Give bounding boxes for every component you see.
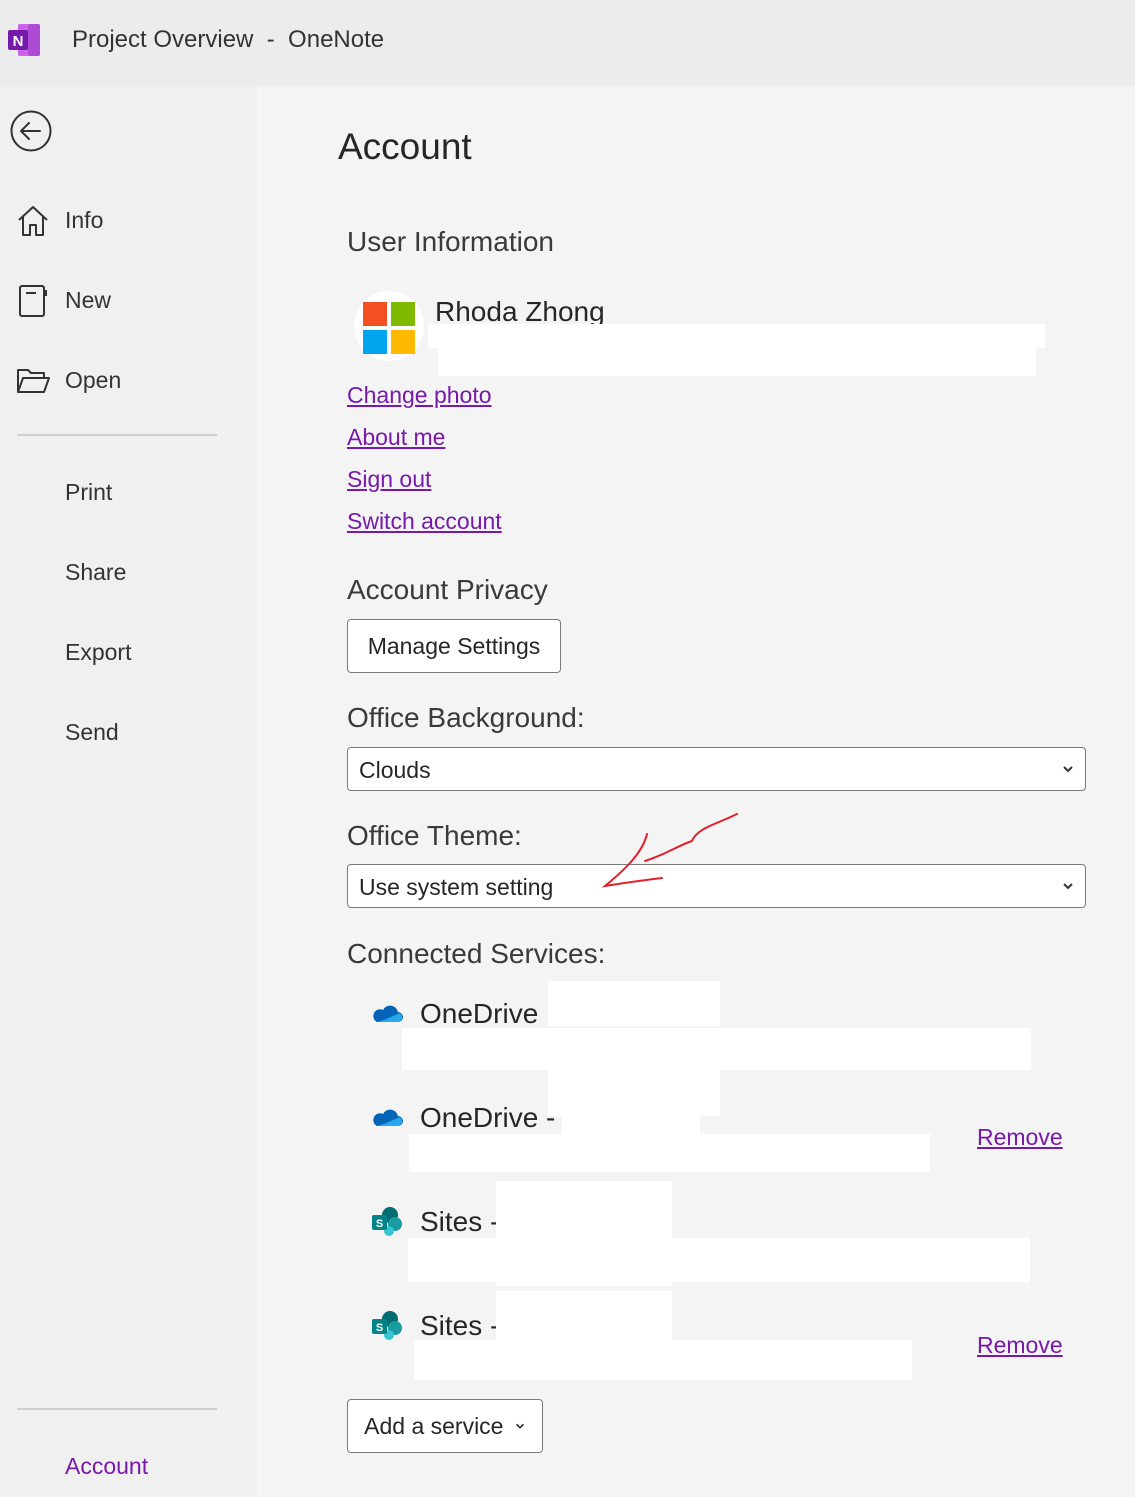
background-select[interactable]: Clouds xyxy=(347,747,1086,791)
redacted-text xyxy=(548,981,720,1026)
background-heading: Office Background: xyxy=(347,702,585,733)
select-value: Clouds xyxy=(359,757,431,783)
page-title: Account xyxy=(338,126,472,167)
svg-text:S: S xyxy=(376,1322,383,1334)
onedrive-icon xyxy=(373,1109,403,1126)
sign-out-link[interactable]: Sign out xyxy=(347,466,431,493)
nav-divider xyxy=(17,434,217,436)
redacted-text xyxy=(408,1238,1030,1282)
nav-label: Account xyxy=(65,1453,149,1479)
sharepoint-icon: S xyxy=(372,1207,402,1236)
svg-text:N: N xyxy=(13,33,24,50)
redacted-text xyxy=(496,1291,672,1341)
redacted-text xyxy=(548,1070,720,1116)
nav-item-info[interactable]: Info xyxy=(0,192,257,248)
nav-item-new[interactable]: New xyxy=(0,272,257,328)
nav-label: Export xyxy=(65,639,132,665)
chevron-down-icon xyxy=(1063,766,1073,773)
nav-label: New xyxy=(65,287,112,313)
nav-label: Send xyxy=(65,719,119,745)
remove-service-link[interactable]: Remove xyxy=(977,1332,1063,1359)
chevron-down-icon xyxy=(1063,883,1073,890)
home-icon xyxy=(18,206,48,236)
onenote-logo-icon: N xyxy=(8,24,40,56)
service-name: OneDrive - xyxy=(420,1102,556,1133)
redacted-text xyxy=(409,1134,930,1172)
nav-item-print[interactable]: Print xyxy=(0,464,257,520)
nav-label: Open xyxy=(65,367,122,393)
about-me-link[interactable]: About me xyxy=(347,424,445,451)
service-name: Sites - xyxy=(420,1310,500,1341)
remove-service-link[interactable]: Remove xyxy=(977,1124,1063,1151)
redacted-text xyxy=(414,1340,912,1380)
privacy-heading: Account Privacy xyxy=(347,574,548,605)
redacted-text xyxy=(402,1028,1031,1070)
select-value: Use system setting xyxy=(359,874,554,900)
nav-item-share[interactable]: Share xyxy=(0,544,257,600)
nav-label: Print xyxy=(65,479,113,505)
chevron-down-icon xyxy=(515,1423,524,1429)
nav-item-send[interactable]: Send xyxy=(0,704,257,760)
window-title: Project Overview - OneNote xyxy=(72,26,385,53)
services-heading: Connected Services: xyxy=(347,938,606,969)
folder-open-icon xyxy=(17,369,50,393)
avatar xyxy=(354,291,424,361)
backstage-nav: Info New Open Print Share Export Send Ac… xyxy=(0,86,257,1497)
nav-label: Share xyxy=(65,559,127,585)
notebook-icon xyxy=(19,285,47,317)
add-service-label: Add a service xyxy=(364,1412,504,1439)
switch-account-link[interactable]: Switch account xyxy=(347,508,502,535)
svg-text:S: S xyxy=(376,1218,383,1230)
redacted-email xyxy=(438,344,1036,376)
user-info-heading: User Information xyxy=(347,226,554,257)
nav-item-open[interactable]: Open xyxy=(0,352,257,408)
onedrive-icon xyxy=(373,1005,403,1022)
handwritten-arrow-annotation xyxy=(601,813,738,888)
service-name: OneDrive xyxy=(420,998,539,1029)
nav-item-account[interactable]: Account xyxy=(0,1438,257,1494)
service-name: Sites - xyxy=(420,1206,500,1237)
theme-heading: Office Theme: xyxy=(347,820,522,851)
back-arrow-icon[interactable] xyxy=(10,110,52,152)
sharepoint-icon: S xyxy=(372,1311,402,1340)
change-photo-link[interactable]: Change photo xyxy=(347,382,492,409)
microsoft-logo-icon xyxy=(363,302,415,354)
nav-item-export[interactable]: Export xyxy=(0,624,257,680)
nav-divider xyxy=(17,1408,217,1410)
account-pane: Account User Information Rhoda Zhong Cha… xyxy=(257,86,1135,1497)
nav-label: Info xyxy=(65,207,104,233)
title-bar: N Project Overview - OneNote xyxy=(0,0,1135,86)
manage-settings-button[interactable]: Manage Settings xyxy=(347,619,561,673)
add-service-button[interactable]: Add a service xyxy=(347,1399,543,1453)
